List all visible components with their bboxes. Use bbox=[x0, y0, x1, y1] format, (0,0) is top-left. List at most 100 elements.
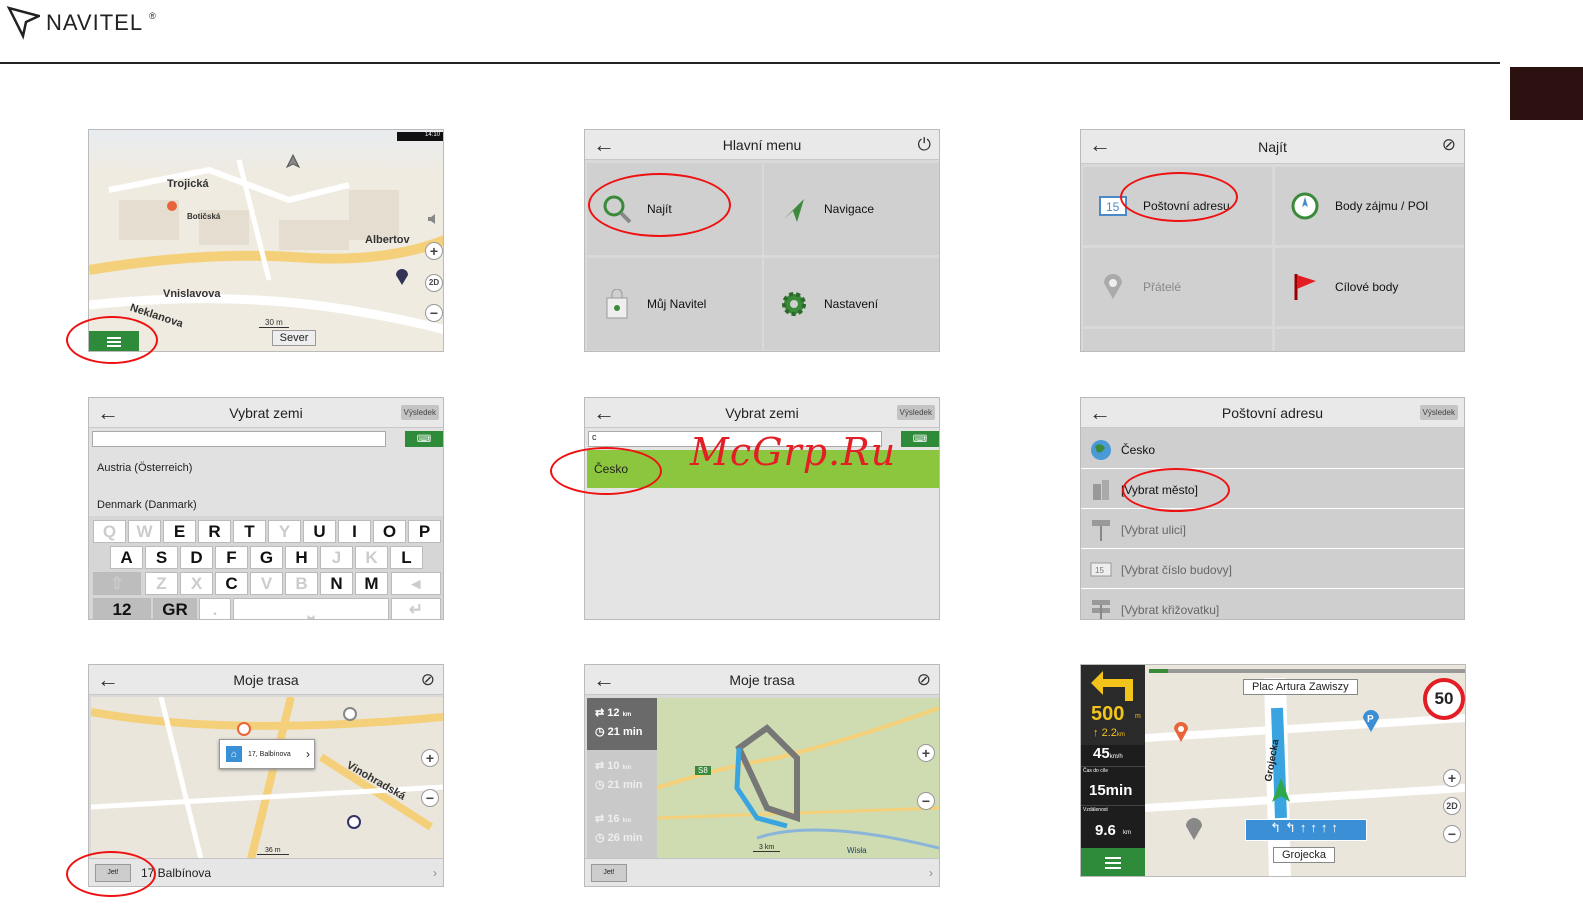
key-m[interactable]: M bbox=[355, 572, 388, 595]
result-button[interactable]: Výsledek bbox=[400, 405, 439, 420]
result-button[interactable]: Výsledek bbox=[896, 405, 935, 420]
map-view[interactable]: S8 + − 3 km Wisła bbox=[657, 698, 939, 858]
address-row-building[interactable]: 15 [Vybrat číslo budovy] bbox=[1081, 551, 1464, 589]
chevron-right-icon[interactable]: › bbox=[306, 747, 310, 761]
chevron-right-icon[interactable]: › bbox=[433, 866, 437, 880]
main-menu-button[interactable] bbox=[1081, 848, 1145, 876]
power-icon[interactable]: ⏻ bbox=[918, 135, 931, 155]
view-mode-button[interactable]: 2D bbox=[425, 274, 443, 292]
key-z[interactable]: Z bbox=[145, 572, 178, 595]
key-p[interactable]: P bbox=[408, 520, 441, 543]
zoom-in-button[interactable]: + bbox=[1443, 769, 1461, 787]
address-row-street[interactable]: [Vybrat ulici] bbox=[1081, 511, 1464, 549]
address-row-country[interactable]: Česko bbox=[1081, 431, 1464, 469]
key-c[interactable]: C bbox=[215, 572, 248, 595]
zoom-out-button[interactable]: − bbox=[917, 792, 935, 810]
map-view[interactable]: Trojická Botičská Albertov Vnislavova Ne… bbox=[89, 130, 443, 351]
key-e[interactable]: E bbox=[163, 520, 196, 543]
key-i[interactable]: I bbox=[338, 520, 371, 543]
zoom-in-button[interactable]: + bbox=[421, 749, 439, 767]
no-gps-icon[interactable]: ⊘ bbox=[1442, 135, 1456, 155]
back-arrow-icon[interactable]: ← bbox=[97, 667, 119, 693]
keyboard-toggle-button[interactable]: ⌨ bbox=[405, 431, 443, 447]
chevron-right-icon[interactable]: › bbox=[929, 866, 933, 880]
poi-icon[interactable] bbox=[347, 815, 361, 829]
back-arrow-icon[interactable]: ← bbox=[1089, 400, 1111, 426]
key-b[interactable]: B bbox=[285, 572, 318, 595]
find-tile-destinations[interactable]: Cílové body bbox=[1275, 248, 1464, 326]
key-k[interactable]: K bbox=[355, 546, 388, 569]
key-t[interactable]: T bbox=[233, 520, 266, 543]
route-option[interactable]: ⇄ 16 km ◷ 26 min bbox=[587, 804, 657, 856]
no-gps-icon[interactable]: ⊘ bbox=[421, 670, 435, 690]
menu-tile-my-navitel[interactable]: Můj Navitel bbox=[587, 258, 762, 350]
back-arrow-icon[interactable]: ← bbox=[593, 400, 615, 426]
address-row-intersection[interactable]: [Vybrat křižovatku] bbox=[1081, 591, 1464, 619]
key-f[interactable]: F bbox=[215, 546, 248, 569]
key-s[interactable]: S bbox=[145, 546, 178, 569]
key-j[interactable]: J bbox=[320, 546, 353, 569]
zoom-out-button[interactable]: − bbox=[425, 304, 443, 322]
key-d[interactable]: D bbox=[180, 546, 213, 569]
title-bar: ← Poštovní adresu Výsledek bbox=[1081, 398, 1464, 428]
back-arrow-icon[interactable]: ← bbox=[593, 132, 615, 158]
back-arrow-icon[interactable]: ← bbox=[97, 400, 119, 426]
find-tile-more[interactable] bbox=[1083, 329, 1272, 351]
language-key[interactable]: GR bbox=[153, 598, 197, 619]
go-button[interactable]: Jet! bbox=[591, 863, 627, 882]
key-y[interactable]: Y bbox=[268, 520, 301, 543]
key-o[interactable]: O bbox=[373, 520, 406, 543]
pharmacy-pin-icon[interactable] bbox=[1185, 817, 1203, 841]
view-mode-button[interactable]: 2D bbox=[1443, 797, 1461, 815]
key-a[interactable]: A bbox=[110, 546, 143, 569]
poi-pin-icon[interactable] bbox=[166, 200, 178, 214]
key-h[interactable]: H bbox=[285, 546, 318, 569]
search-input[interactable] bbox=[92, 431, 386, 447]
poi-pin-icon[interactable] bbox=[1173, 721, 1189, 743]
enter-key[interactable]: ↵ bbox=[391, 598, 441, 619]
find-tile-friends[interactable]: Přátelé bbox=[1083, 248, 1272, 326]
menu-tile-settings[interactable]: Nastavení bbox=[764, 258, 939, 350]
location-popup[interactable]: ⌂ 17, Balbínova › bbox=[219, 739, 315, 769]
parking-pin-icon[interactable]: P bbox=[1362, 709, 1380, 733]
key-x[interactable]: X bbox=[180, 572, 213, 595]
volume-icon[interactable] bbox=[427, 213, 439, 225]
key-u[interactable]: U bbox=[303, 520, 336, 543]
result-button[interactable]: Výsledek bbox=[1419, 405, 1458, 420]
shift-key[interactable]: ⇧ bbox=[93, 572, 141, 595]
key-n[interactable]: N bbox=[320, 572, 353, 595]
compass-icon[interactable] bbox=[286, 154, 300, 168]
zoom-in-button[interactable]: + bbox=[917, 744, 935, 762]
zoom-out-button[interactable]: − bbox=[421, 789, 439, 807]
numbers-key[interactable]: 12 bbox=[93, 598, 151, 619]
back-arrow-icon[interactable]: ← bbox=[1089, 132, 1111, 158]
dot-key[interactable]: . bbox=[199, 598, 231, 619]
back-arrow-icon[interactable]: ← bbox=[593, 667, 615, 693]
route-bar[interactable]: Jet! › bbox=[585, 858, 939, 886]
poi-icon[interactable] bbox=[343, 707, 357, 721]
country-list-item[interactable]: Austria (Österreich) bbox=[97, 462, 192, 474]
no-gps-icon[interactable]: ⊘ bbox=[917, 670, 931, 690]
highlight-circle bbox=[1122, 468, 1230, 512]
find-tile-more[interactable] bbox=[1275, 329, 1464, 351]
route-option[interactable]: ⇄ 12 km ◷ 21 min bbox=[587, 698, 657, 750]
zoom-in-button[interactable]: + bbox=[425, 242, 443, 260]
space-key[interactable]: ⎵ bbox=[233, 598, 389, 619]
keyboard-toggle-button[interactable]: ⌨ bbox=[901, 431, 939, 447]
route-option[interactable]: ⇄ 10 km ◷ 21 min bbox=[587, 751, 657, 803]
map-view[interactable]: Vinohradská ⌂ 17, Balbínova › + − 36 m bbox=[91, 697, 443, 859]
key-g[interactable]: G bbox=[250, 546, 283, 569]
location-pin-icon[interactable] bbox=[395, 268, 409, 286]
backspace-key[interactable]: ◂ bbox=[391, 572, 441, 595]
key-l[interactable]: L bbox=[390, 546, 423, 569]
find-tile-poi[interactable]: Body zájmu / POI bbox=[1275, 167, 1464, 245]
poi-icon[interactable] bbox=[237, 722, 251, 736]
key-q[interactable]: Q bbox=[93, 520, 126, 543]
key-v[interactable]: V bbox=[250, 572, 283, 595]
key-w[interactable]: W bbox=[128, 520, 161, 543]
menu-tile-navigation[interactable]: Navigace bbox=[764, 163, 939, 255]
north-up-button[interactable]: Sever bbox=[272, 330, 316, 346]
key-r[interactable]: R bbox=[198, 520, 231, 543]
zoom-out-button[interactable]: − bbox=[1443, 825, 1461, 843]
country-list-item[interactable]: Denmark (Danmark) bbox=[97, 499, 197, 511]
